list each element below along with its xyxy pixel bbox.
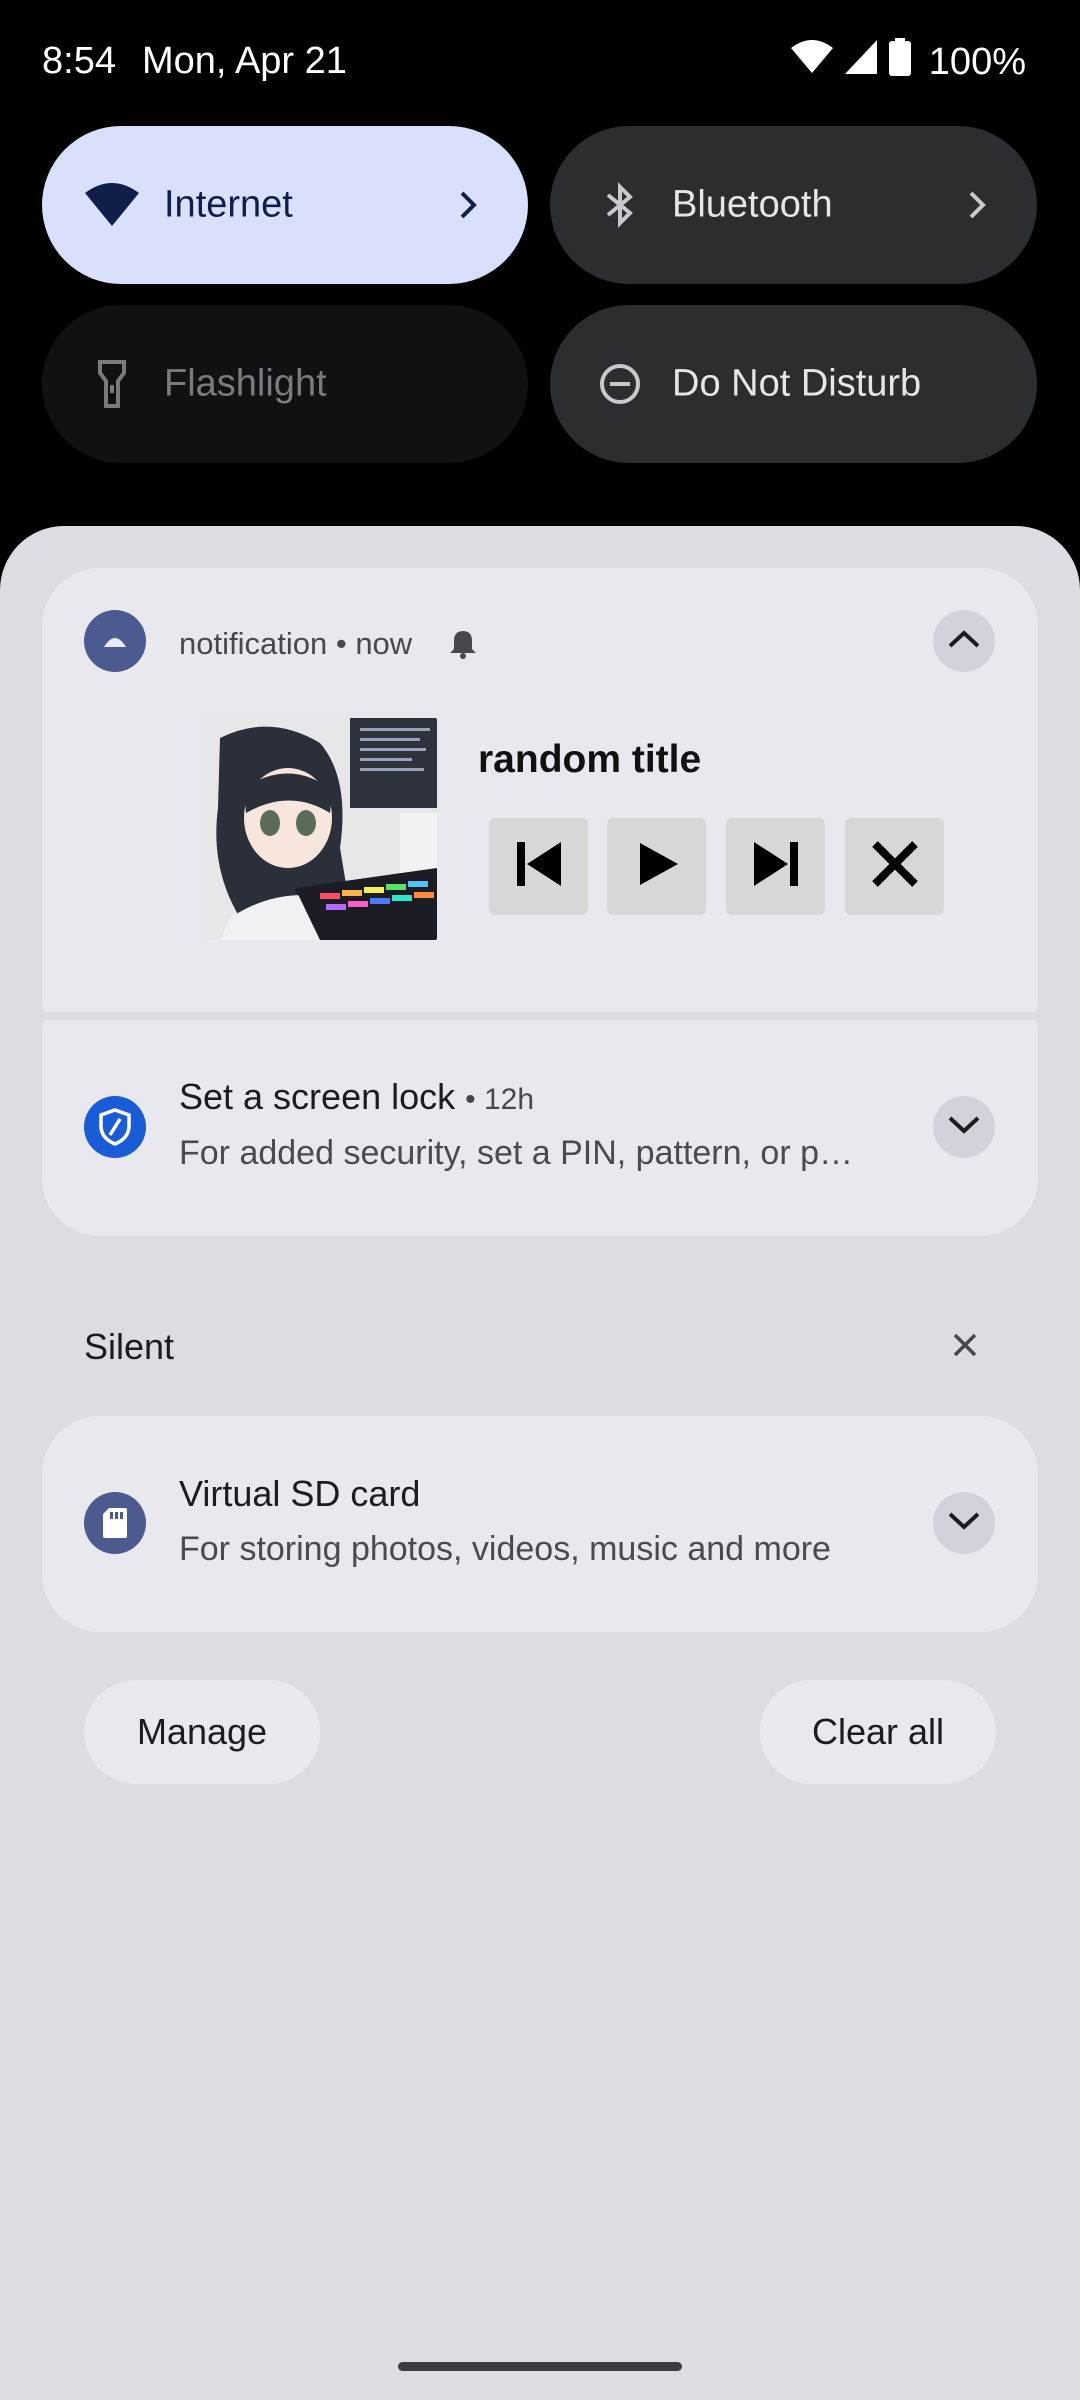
- signal-icon: [844, 40, 877, 84]
- wifi-icon: [790, 40, 833, 84]
- close-icon: [869, 838, 921, 895]
- manage-button[interactable]: Manage: [84, 1680, 320, 1784]
- app-icon: [84, 610, 146, 672]
- tile-dnd[interactable]: Do Not Disturb: [550, 305, 1037, 463]
- screen-lock-time: 12h: [484, 1083, 535, 1116]
- tile-internet-label: Internet: [164, 183, 293, 226]
- tile-flashlight-label: Flashlight: [164, 362, 327, 405]
- screen-lock-title: Set a screen lock: [179, 1076, 456, 1117]
- chevron-down-icon: [947, 1510, 981, 1537]
- media-app-name: notification: [179, 626, 328, 661]
- alert-bell-icon: [446, 627, 480, 666]
- chevron-right-icon: [450, 187, 486, 223]
- flashlight-icon: [82, 354, 142, 414]
- expand-button[interactable]: [933, 1096, 995, 1158]
- status-icons: 100%: [790, 38, 1026, 86]
- play-icon: [632, 839, 682, 894]
- collapse-button[interactable]: [933, 610, 995, 672]
- tile-dnd-label: Do Not Disturb: [672, 362, 922, 405]
- clear-all-button[interactable]: Clear all: [760, 1680, 996, 1784]
- tile-bluetooth-label: Bluetooth: [672, 183, 833, 226]
- media-time: now: [355, 626, 413, 661]
- battery-icon: [888, 38, 911, 86]
- play-button[interactable]: [607, 818, 706, 915]
- header-separator: •: [335, 626, 356, 661]
- status-time: 8:54: [42, 40, 116, 82]
- header-separator: •: [465, 1083, 484, 1116]
- tile-bluetooth[interactable]: Bluetooth: [550, 126, 1037, 284]
- screen-lock-header: Set a screen lock • 12h: [179, 1076, 534, 1118]
- silent-section-label: Silent: [84, 1326, 175, 1367]
- screen-lock-body: For added security, set a PIN, pattern, …: [179, 1134, 854, 1172]
- home-gesture-handle[interactable]: [398, 2362, 682, 2371]
- previous-icon: [513, 838, 565, 895]
- expand-button[interactable]: [933, 1492, 995, 1554]
- chevron-right-icon: [959, 187, 995, 223]
- close-icon: [946, 1333, 984, 1368]
- chevron-up-icon: [947, 628, 981, 655]
- next-icon: [750, 838, 802, 895]
- battery-percent: 100%: [928, 40, 1026, 83]
- tile-flashlight[interactable]: Flashlight: [42, 305, 528, 463]
- bluetooth-icon: [590, 175, 650, 235]
- next-button[interactable]: [726, 818, 825, 915]
- status-date: Mon, Apr 21: [142, 40, 347, 82]
- sd-card-body: For storing photos, videos, music and mo…: [179, 1530, 831, 1568]
- media-header: notification • now: [179, 626, 412, 662]
- sd-card-icon: [84, 1492, 146, 1554]
- sd-card-notification[interactable]: [42, 1416, 1038, 1632]
- album-art: [200, 718, 437, 940]
- wifi-icon: [82, 175, 142, 235]
- tile-internet[interactable]: Internet: [42, 126, 528, 284]
- status-bar: 8:54 Mon, Apr 21 100%: [0, 0, 1080, 124]
- previous-button[interactable]: [489, 818, 588, 915]
- sd-card-title: Virtual SD card: [179, 1473, 421, 1514]
- dnd-icon: [590, 354, 650, 414]
- dismiss-media-button[interactable]: [845, 818, 944, 915]
- screen-lock-notification[interactable]: [42, 1020, 1038, 1236]
- chevron-down-icon: [947, 1114, 981, 1141]
- clear-silent-button[interactable]: [946, 1326, 984, 1364]
- shield-icon: [84, 1096, 146, 1158]
- media-title: random title: [478, 738, 702, 781]
